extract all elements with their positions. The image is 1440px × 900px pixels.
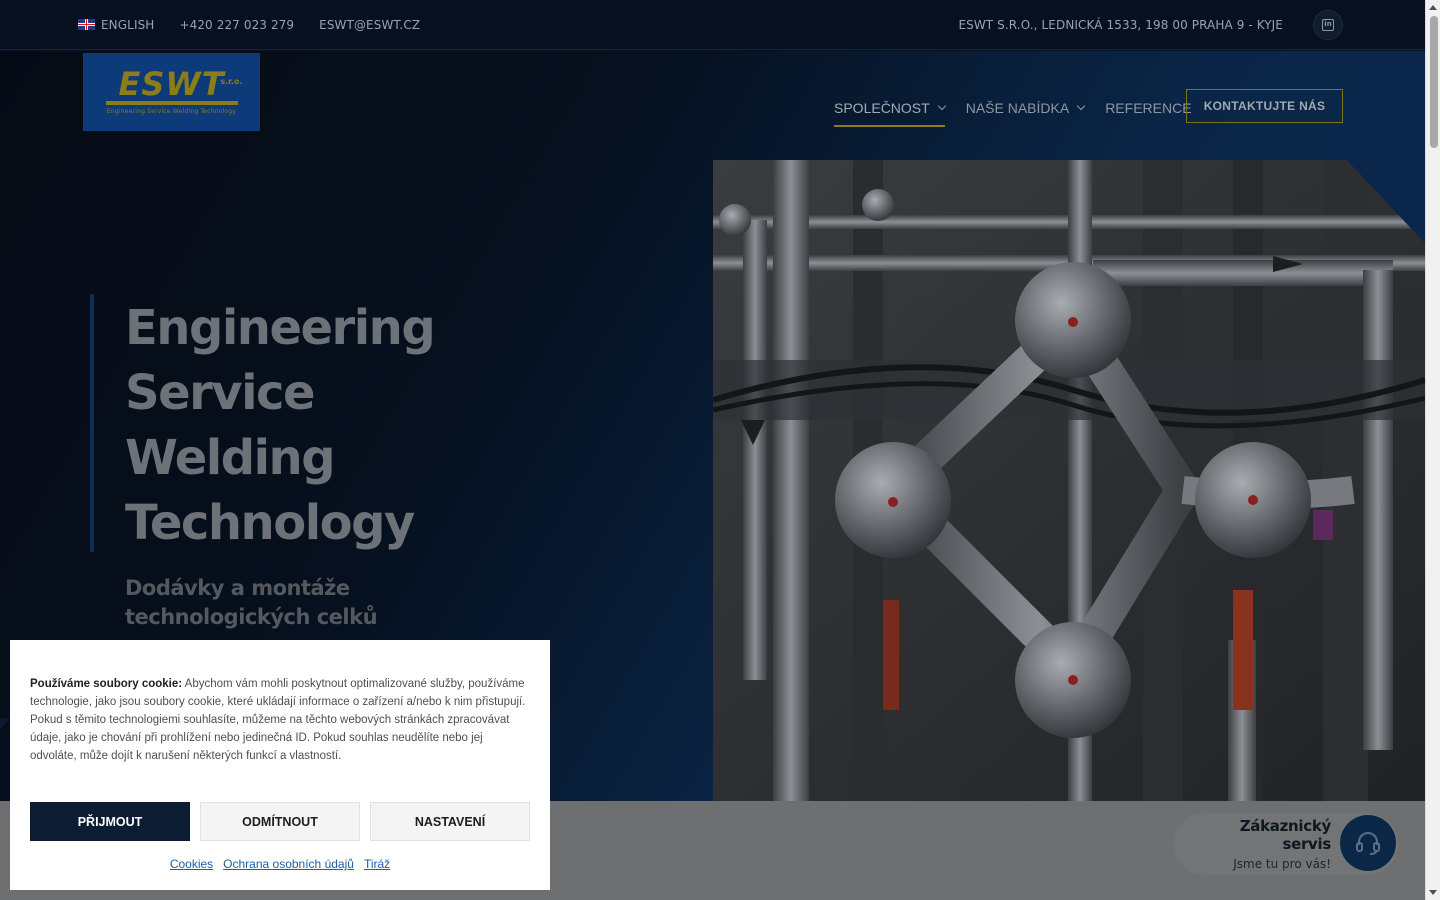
settings-button[interactable]: NASTAVENÍ [370,802,530,841]
nav-label: NAŠE NABÍDKA [965,100,1070,116]
hero-accent-line [90,294,94,552]
cookie-consent-dialog: Používáme soubory cookie: Abychom vám mo… [10,640,550,890]
cookies-link[interactable]: Cookies [170,857,213,871]
hero-title-line: Welding [125,430,336,486]
nav-item-spolecnost[interactable]: SPOLEČNOST [834,89,946,127]
site-logo[interactable]: ESWT s.r.o. Engineering Service Welding T… [83,53,260,131]
cookie-links: Cookies Ochrana osobních údajů Tiráž [10,857,550,871]
privacy-link[interactable]: Ochrana osobních údajů [223,857,354,871]
hero-title-line: Service [125,365,316,421]
company-address: ESWT S.R.O., LEDNICKÁ 1533, 198 00 PRAHA… [958,17,1283,32]
main-nav: SPOLEČNOST NAŠE NABÍDKA REFERENCE [834,89,1213,127]
page-scrollbar[interactable] [1425,0,1440,900]
hero-image-pipes [713,160,1425,801]
cookie-body: Abychom vám mohli poskytnout optimalizov… [30,678,526,762]
customer-service-subtitle: Jsme tu pro vás! [1233,857,1331,871]
language-switch[interactable]: ENGLISH [78,18,154,32]
scrollbar-thumb[interactable] [1430,16,1438,148]
chevron-down-icon [1076,101,1086,111]
language-label: ENGLISH [101,17,155,32]
hero-title: Engineering Service Welding Technology [125,296,436,556]
hero-subtitle: Dodávky a montáže technologických celků [125,574,378,632]
logo-mark-text: ESWT [118,65,225,103]
email-link[interactable]: ESWT@ESWT.CZ [319,18,420,32]
hero-subtitle-line: Dodávky a montáže [125,576,350,600]
cookie-lead: Používáme soubory cookie: [30,678,183,690]
customer-service-widget[interactable]: Zákaznický servis Jsme tu pro vás! [1174,813,1398,875]
top-bar: ENGLISH +420 227 023 279 ESWT@ESWT.CZ ES… [0,0,1425,50]
logo-mark: ESWT s.r.o. [118,68,242,100]
scroll-down-icon[interactable] [1429,890,1437,895]
linkedin-icon: in [1322,18,1334,31]
hero-title-line: Engineering [125,300,436,356]
chevron-down-icon [937,101,946,111]
headset-icon[interactable] [1340,815,1396,871]
nav-item-nase-nabidka[interactable]: NAŠE NABÍDKA [965,89,1086,127]
accept-button[interactable]: PŘIJMOUT [30,802,190,841]
hero-subtitle-line: technologických celků [125,605,378,629]
customer-service-title: Zákaznický servis [1239,817,1332,853]
cookie-text: Používáme soubory cookie: Abychom vám mo… [30,675,530,765]
corner-decoration [0,718,10,730]
nav-item-reference[interactable]: REFERENCE [1105,89,1191,127]
linkedin-button[interactable]: in [1313,9,1343,40]
cookie-buttons: PŘIJMOUT ODMÍTNOUT NASTAVENÍ [30,802,530,841]
contact-us-button[interactable]: KONTAKTUJTE NÁS [1186,89,1343,123]
reject-button[interactable]: ODMÍTNOUT [200,802,360,841]
logo-tagline: Engineering Service Welding Technology [106,108,237,115]
hero-title-line: Technology [125,495,415,551]
nav-label: REFERENCE [1105,100,1192,116]
phone-link[interactable]: +420 227 023 279 [179,18,294,32]
imprint-link[interactable]: Tiráž [364,857,390,871]
scroll-up-icon[interactable] [1429,5,1437,10]
logo-suffix: s.r.o. [220,77,243,86]
nav-label: SPOLEČNOST [834,100,930,116]
uk-flag-icon [78,19,95,30]
